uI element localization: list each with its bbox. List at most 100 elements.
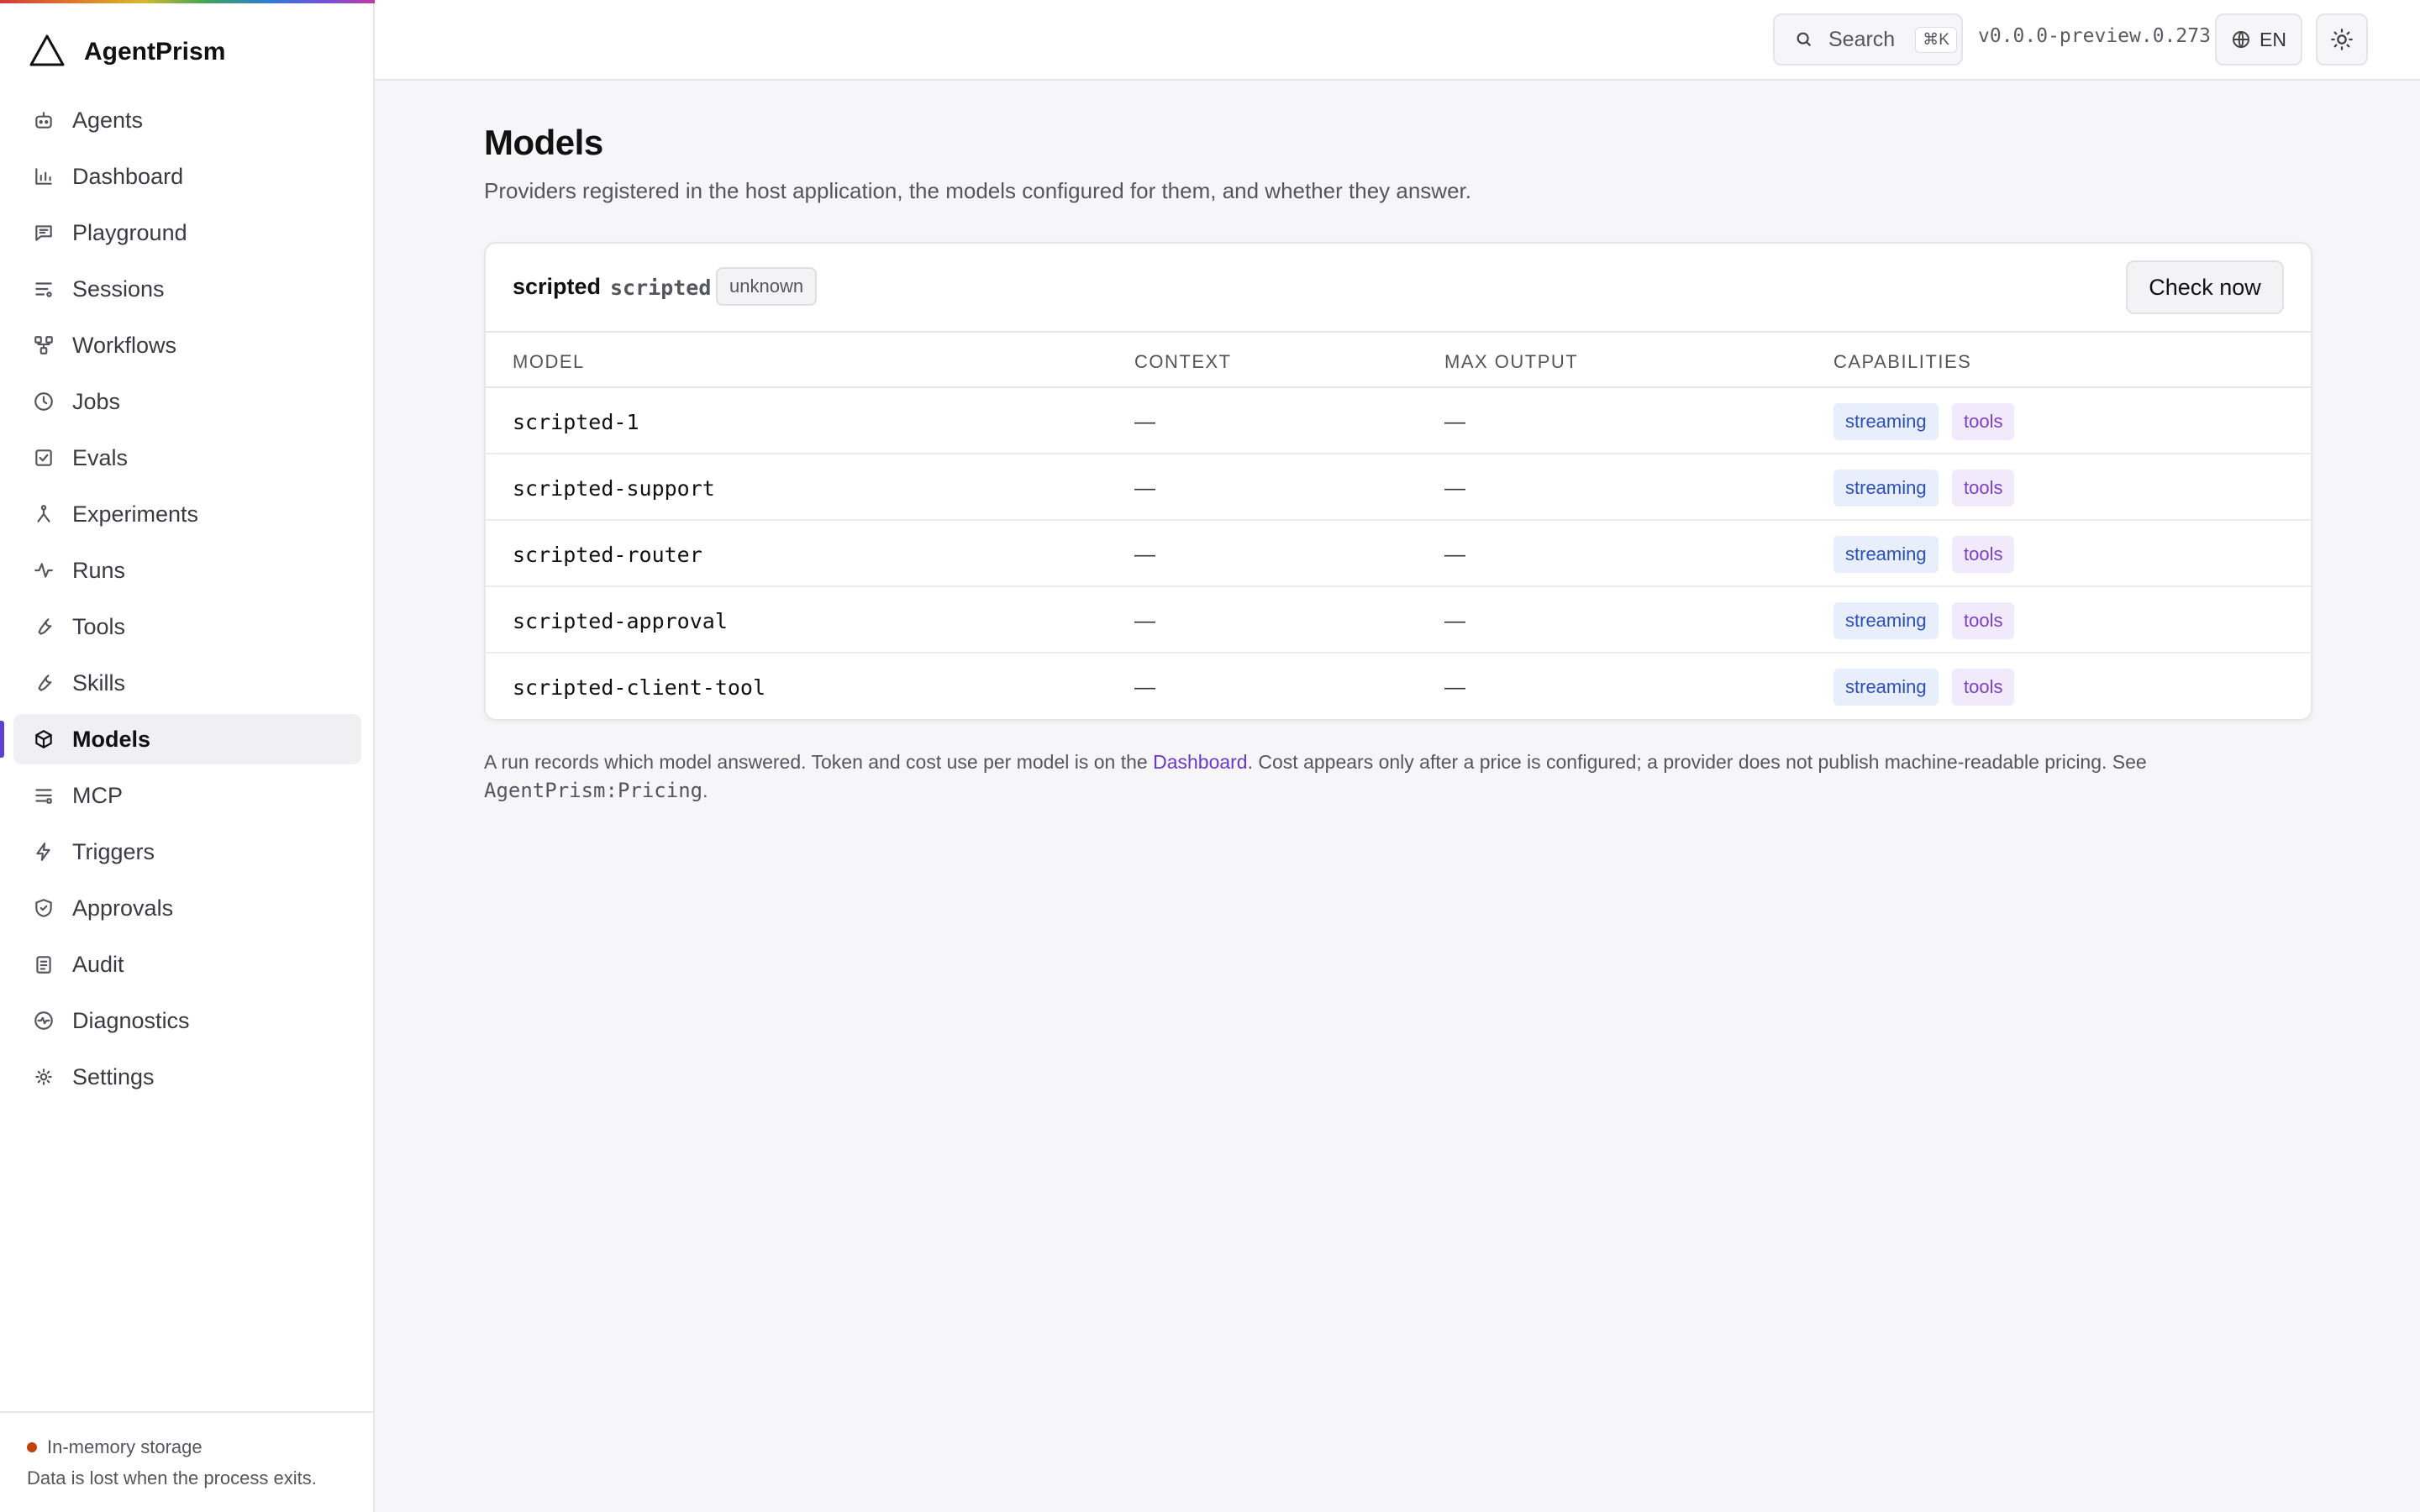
sidebar-item-label: Audit [72, 951, 124, 977]
context-value: — [1134, 476, 1155, 500]
sidebar-item-label: Experiments [72, 501, 199, 527]
column-header-context: CONTEXT [1134, 351, 1232, 372]
capability-badge-streaming: streaming [1833, 403, 1939, 440]
sidebar-item-label: Tools [72, 613, 126, 639]
flask-icon [32, 502, 55, 526]
storage-subtitle: Data is lost when the process exits. [27, 1467, 317, 1488]
sidebar-item-label: Dashboard [72, 163, 184, 189]
context-value: — [1134, 609, 1155, 633]
sidebar-item-label: Playground [72, 219, 187, 245]
bot-icon [32, 108, 55, 132]
table-header: MODEL CONTEXT MAX OUTPUT CAPABILITIES [486, 333, 2311, 388]
footnote: A run records which model answered. Toke… [484, 748, 2316, 805]
sidebar: AgentPrism Agents Dashboard Playground S… [0, 0, 375, 1512]
table-row: scripted-support — — streaming tools [486, 454, 2311, 521]
capability-badge-tools: tools [1952, 403, 2015, 440]
list-filter-icon [32, 277, 55, 301]
provider-name: scripted [513, 274, 602, 299]
sidebar-item-playground[interactable]: Playground [13, 207, 361, 258]
search-icon [1795, 30, 1813, 49]
sidebar-item-label: Evals [72, 444, 129, 470]
message-square-icon [32, 221, 55, 244]
sidebar-item-evals[interactable]: Evals [13, 433, 361, 483]
sidebar-item-models[interactable]: Models [0, 714, 361, 764]
capability-badge-tools: tools [1952, 536, 2015, 573]
sidebar-item-label: Sessions [72, 276, 165, 302]
search-button[interactable]: Search ⌘K [1773, 13, 1963, 66]
sidebar-item-label: Workflows [72, 332, 177, 358]
zap-icon [32, 840, 55, 864]
model-name: scripted-approval [513, 609, 728, 633]
top-bar: Search ⌘K v0.0.0-preview.0.273 EN [375, 0, 2420, 81]
workflow-icon [32, 333, 55, 357]
sidebar-item-label: Jobs [72, 388, 121, 414]
table-row: scripted-router — — streaming tools [486, 521, 2311, 587]
provider-id: scripted [610, 276, 712, 300]
max-output-value: — [1444, 609, 1465, 633]
context-value: — [1134, 543, 1155, 566]
sidebar-item-audit[interactable]: Audit [13, 939, 361, 990]
language-button[interactable]: EN [2215, 13, 2302, 66]
clock-icon [32, 390, 55, 413]
status-badge: unknown [716, 267, 818, 306]
sidebar-item-label: Approvals [72, 895, 174, 921]
sidebar-item-diagnostics[interactable]: Diagnostics [13, 995, 361, 1046]
sidebar-item-label: MCP [72, 782, 123, 808]
model-name: scripted-support [513, 476, 715, 501]
search-label: Search [1828, 27, 1896, 51]
capability-badge-streaming: streaming [1833, 470, 1939, 507]
capability-badge-streaming: streaming [1833, 536, 1939, 573]
sidebar-item-label: Skills [72, 669, 126, 696]
sun-icon [2330, 28, 2354, 51]
sidebar-item-tools[interactable]: Tools [13, 601, 361, 652]
dashboard-link[interactable]: Dashboard [1153, 751, 1248, 773]
sidebar-item-mcp[interactable]: MCP [13, 770, 361, 821]
sidebar-item-label: Agents [72, 107, 144, 133]
sidebar-item-label: Triggers [72, 838, 155, 864]
sidebar-item-dashboard[interactable]: Dashboard [13, 151, 361, 202]
sidebar-item-workflows[interactable]: Workflows [13, 320, 361, 370]
sidebar-item-sessions[interactable]: Sessions [13, 264, 361, 314]
language-code: EN [2260, 28, 2286, 50]
sidebar-item-agents[interactable]: Agents [13, 95, 361, 145]
provider-card: scripted scripted unknown Check now MODE… [484, 242, 2312, 721]
capability-badge-tools: tools [1952, 470, 2015, 507]
check-square-icon [32, 446, 55, 470]
brand[interactable]: AgentPrism [29, 32, 225, 72]
app-name: AgentPrism [84, 38, 226, 66]
page-description: Providers registered in the host applica… [484, 178, 1471, 203]
shield-check-icon [32, 896, 55, 920]
app-root: AgentPrism Agents Dashboard Playground S… [0, 0, 2420, 1512]
footnote-text-3: . [702, 780, 708, 801]
sidebar-item-label: Settings [72, 1063, 155, 1089]
column-header-capabilities: CAPABILITIES [1833, 351, 1972, 372]
context-value: — [1134, 410, 1155, 433]
theme-toggle-button[interactable] [2316, 13, 2368, 66]
footnote-text-1: A run records which model answered. Toke… [484, 751, 1154, 773]
provider-header: scripted scripted unknown Check now [486, 244, 2311, 333]
wrench-icon [32, 671, 55, 695]
search-shortcut: ⌘K [1915, 26, 1957, 53]
heart-pulse-icon [32, 1009, 55, 1032]
sidebar-item-runs[interactable]: Runs [13, 545, 361, 596]
sidebar-item-jobs[interactable]: Jobs [13, 376, 361, 427]
sidebar-item-settings[interactable]: Settings [13, 1052, 361, 1102]
column-header-model: MODEL [513, 351, 585, 372]
capability-badge-tools: tools [1952, 602, 2015, 639]
sidebar-nav: Agents Dashboard Playground Sessions Wor… [0, 95, 361, 1108]
version-label: v0.0.0-preview.0.273 [1978, 25, 2211, 47]
sidebar-item-skills[interactable]: Skills [13, 658, 361, 708]
activity-icon [32, 559, 55, 582]
sidebar-item-experiments[interactable]: Experiments [13, 489, 361, 539]
storage-status: In-memory storage Data is lost when the … [0, 1411, 373, 1512]
status-dot [27, 1442, 37, 1452]
pricing-config-key: AgentPrism:Pricing [484, 779, 703, 802]
model-name: scripted-client-tool [513, 675, 766, 700]
sidebar-item-triggers[interactable]: Triggers [13, 827, 361, 877]
check-now-button[interactable]: Check now [2126, 260, 2284, 314]
storage-title-text: In-memory storage [47, 1436, 203, 1457]
sidebar-item-approvals[interactable]: Approvals [13, 883, 361, 933]
table-row: scripted-client-tool — — streaming tools [486, 654, 2311, 719]
capability-badge-streaming: streaming [1833, 602, 1939, 639]
globe-icon [2231, 29, 2251, 50]
